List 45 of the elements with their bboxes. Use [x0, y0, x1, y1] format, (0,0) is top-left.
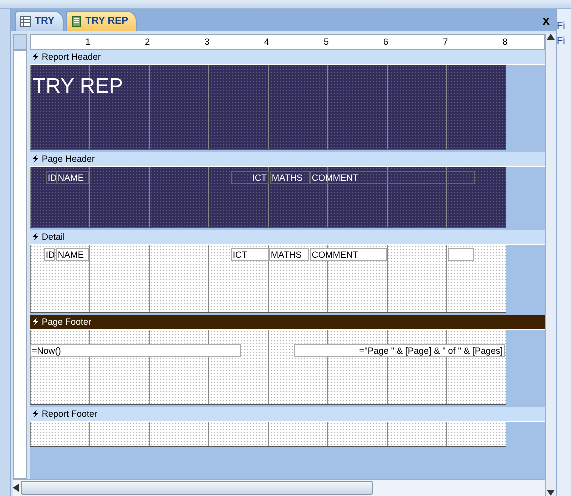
- report-title: TRY REP: [33, 75, 124, 99]
- ruler-number: 4: [263, 37, 270, 47]
- vertical-scrollbar[interactable]: [545, 34, 556, 496]
- text-box[interactable]: [448, 248, 474, 261]
- scroll-thumb[interactable]: [21, 481, 373, 495]
- text-box[interactable]: ICT: [231, 248, 269, 261]
- section-title: Page Header: [42, 154, 96, 164]
- scroll-left-icon[interactable]: [13, 484, 19, 492]
- section-bar[interactable]: Page Header: [30, 152, 545, 167]
- ruler-number: 8: [502, 37, 508, 47]
- text-box[interactable]: NAME: [56, 248, 89, 261]
- section-bar[interactable]: Report Footer: [30, 407, 545, 422]
- field-label[interactable]: ICT: [231, 171, 269, 184]
- text-box[interactable]: MATHS: [269, 248, 309, 261]
- ruler-number: 3: [204, 37, 210, 47]
- section-title: Page Footer: [42, 317, 92, 327]
- horizontal-scrollbar[interactable]: [13, 479, 545, 496]
- ruler-number: 5: [322, 37, 329, 47]
- panel-label: Fi: [557, 21, 566, 32]
- section-title: Report Footer: [42, 409, 98, 419]
- document-tab[interactable]: TRY REP: [66, 11, 138, 31]
- text-box[interactable]: ID: [44, 248, 55, 261]
- report-icon: [70, 16, 82, 27]
- field-label[interactable]: COMMENT: [310, 171, 475, 184]
- section-title: Report Header: [42, 52, 102, 62]
- select-report-button[interactable]: [13, 34, 27, 50]
- ruler-number: 6: [382, 37, 389, 47]
- text-box[interactable]: COMMENT: [310, 248, 387, 261]
- text-box[interactable]: ="Page " & [Page] & " of " & [Pages]: [294, 344, 505, 357]
- ruler-number: 1: [84, 37, 91, 47]
- section-title: Detail: [42, 232, 66, 242]
- ruler-number: 2: [144, 37, 150, 47]
- section-bar[interactable]: Detail: [30, 230, 545, 245]
- field-label[interactable]: NAME: [56, 171, 89, 184]
- scroll-down-icon[interactable]: [547, 490, 555, 496]
- section-bar[interactable]: Report Header: [30, 50, 545, 65]
- section-bar[interactable]: Page Footer: [30, 315, 545, 330]
- close-button[interactable]: x: [542, 13, 550, 28]
- document-tab[interactable]: TRY: [15, 11, 64, 31]
- text-box[interactable]: =Now(): [30, 344, 241, 357]
- ruler-number: 7: [442, 37, 448, 47]
- table-icon: [20, 16, 31, 27]
- field-label[interactable]: MATHS: [270, 171, 310, 184]
- scroll-up-icon[interactable]: [547, 34, 555, 40]
- panel-label: Fi: [557, 36, 566, 47]
